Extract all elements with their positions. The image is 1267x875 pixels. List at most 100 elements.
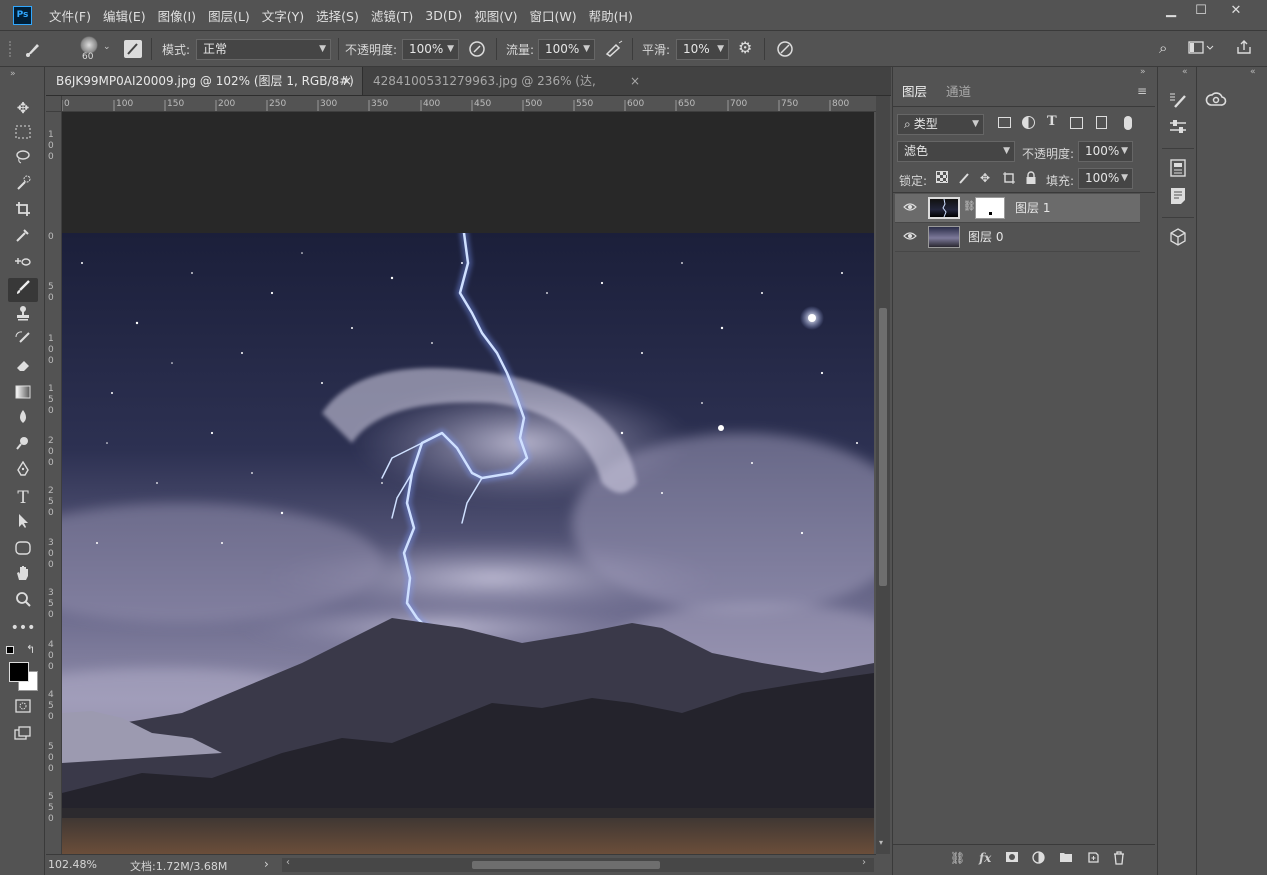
more-tools-icon[interactable]: ••• (8, 616, 38, 640)
rectangle-shape-tool-icon[interactable] (8, 538, 38, 562)
history-brush-tool-icon[interactable] (8, 330, 38, 354)
layer-filter-dropdown[interactable]: ⌕ 类型 ▼ (897, 114, 984, 135)
type-filter-icon[interactable]: T (1047, 114, 1057, 129)
adjustments-sliders-icon[interactable] (1166, 118, 1190, 142)
crop-tool-icon[interactable] (8, 200, 38, 224)
menu-layer[interactable]: 图层(L) (208, 6, 250, 25)
layer-mask-thumbnail[interactable] (975, 197, 1005, 219)
brush-settings-panel-icon[interactable] (124, 40, 142, 58)
notes-icon[interactable] (1166, 187, 1190, 211)
panel-menu-icon[interactable]: ≡ (1137, 84, 1147, 98)
lasso-tool-icon[interactable] (8, 148, 38, 172)
close-icon[interactable]: × (630, 67, 640, 95)
document-canvas[interactable] (62, 233, 874, 854)
close-window-icon[interactable]: ✕ (1222, 0, 1250, 22)
horizontal-scrollbar[interactable]: ‹ › (282, 857, 874, 872)
menu-file[interactable]: 文件(F) (49, 6, 91, 25)
layer-name[interactable]: 图层 1 (1015, 194, 1050, 223)
link-layers-icon[interactable]: ⛓ (950, 851, 965, 865)
scroll-right-icon[interactable]: › (862, 857, 866, 868)
properties-icon[interactable] (1166, 159, 1190, 183)
menu-window[interactable]: 窗口(W) (530, 6, 577, 25)
swap-colors-icon[interactable]: ↰ (26, 643, 35, 656)
marquee-tool-icon[interactable] (8, 122, 38, 146)
tab-document-1[interactable]: B6JK99MP0AI20009.jpg @ 102% (图层 1, RGB/8… (46, 67, 362, 116)
tab-layers[interactable]: 图层 (902, 81, 927, 100)
menu-3d[interactable]: 3D(D) (425, 8, 462, 23)
collapse-icon[interactable]: » (10, 69, 16, 79)
lock-all-icon[interactable] (1025, 171, 1037, 188)
filter-toggle-icon[interactable] (1124, 116, 1132, 130)
visibility-eye-icon[interactable] (903, 230, 917, 244)
visibility-eye-icon[interactable] (903, 201, 917, 215)
quick-selection-tool-icon[interactable] (8, 174, 38, 198)
zoom-level[interactable]: 102.48% (48, 858, 97, 871)
path-selection-tool-icon[interactable] (8, 512, 38, 536)
minimize-icon[interactable]: ▁ (1157, 0, 1185, 22)
layer-thumbnail[interactable] (928, 197, 960, 219)
zoom-tool-icon[interactable] (8, 590, 38, 614)
fx-icon[interactable]: fx (979, 851, 991, 865)
foreground-color-swatch[interactable] (9, 662, 29, 682)
pressure-size-icon[interactable] (776, 40, 794, 62)
brush-settings-icon[interactable] (1166, 91, 1190, 115)
adjustment-filter-icon[interactable] (1022, 116, 1035, 129)
screen-mode-icon[interactable] (8, 723, 38, 747)
menu-select[interactable]: 选择(S) (316, 6, 359, 25)
collapse-icon[interactable]: « (1250, 67, 1256, 77)
scroll-down-icon[interactable]: ▾ (879, 838, 883, 847)
ruler-origin[interactable] (46, 96, 62, 112)
new-group-icon[interactable] (1059, 851, 1073, 866)
lock-pixels-icon[interactable] (958, 171, 972, 188)
vertical-scrollbar[interactable]: ▾ (876, 96, 890, 854)
hand-tool-icon[interactable] (8, 564, 38, 588)
blur-tool-icon[interactable] (8, 408, 38, 432)
creative-cloud-icon[interactable] (1204, 90, 1228, 114)
smart-object-filter-icon[interactable] (1096, 116, 1107, 129)
brush-size-chevron-icon[interactable]: ⌄ (103, 42, 111, 52)
fill-field[interactable]: 100% ▼ (1078, 168, 1133, 189)
close-icon[interactable]: × (342, 67, 352, 95)
share-icon[interactable] (1236, 39, 1252, 59)
default-colors-icon[interactable] (6, 646, 14, 654)
menu-view[interactable]: 视图(V) (474, 6, 517, 25)
lock-position-icon[interactable]: ✥ (980, 171, 990, 185)
move-tool-icon[interactable]: ✥ (8, 96, 38, 120)
quick-mask-icon[interactable] (8, 696, 38, 720)
menu-type[interactable]: 文字(Y) (262, 6, 304, 25)
shape-filter-icon[interactable] (1070, 117, 1083, 129)
maximize-icon[interactable]: ☐ (1187, 0, 1215, 22)
collapse-icon[interactable]: « (1182, 67, 1188, 77)
lock-artboard-icon[interactable] (1002, 171, 1016, 188)
scrollbar-thumb[interactable] (879, 308, 887, 586)
pressure-opacity-icon[interactable] (468, 40, 486, 62)
smoothing-field[interactable]: 10% ▼ (676, 39, 729, 60)
type-tool-icon[interactable]: T (8, 486, 38, 510)
opacity-field[interactable]: 100% ▼ (402, 39, 459, 60)
dodge-tool-icon[interactable] (8, 434, 38, 458)
lock-transparent-icon[interactable] (936, 171, 948, 183)
status-menu-arrow[interactable]: › (264, 857, 269, 871)
eraser-tool-icon[interactable] (8, 356, 38, 380)
tab-document-2[interactable]: 4284100531279963.jpg @ 236% (达, RGB/8#) … (362, 67, 650, 116)
add-mask-icon[interactable] (1005, 851, 1019, 866)
scroll-left-icon[interactable]: ‹ (286, 857, 290, 868)
3d-cube-icon[interactable] (1166, 228, 1190, 252)
adjustment-layer-icon[interactable] (1032, 851, 1045, 867)
brush-tool-icon[interactable] (8, 278, 38, 302)
new-layer-icon[interactable] (1087, 851, 1100, 867)
menu-image[interactable]: 图像(I) (158, 6, 196, 25)
menu-filter[interactable]: 滤镜(T) (371, 6, 413, 25)
layer-row-1[interactable]: ⛓ 图层 1 (895, 194, 1140, 223)
workspace-icon[interactable] (1188, 40, 1214, 60)
tab-channels[interactable]: 通道 (946, 81, 971, 100)
layer-row-0[interactable]: 图层 0 (895, 223, 1140, 252)
healing-brush-tool-icon[interactable] (8, 252, 38, 276)
eyedropper-tool-icon[interactable] (8, 226, 38, 250)
blend-mode-dropdown[interactable]: 滤色 ▼ (897, 141, 1015, 162)
scrollbar-thumb[interactable] (472, 861, 660, 869)
airbrush-icon[interactable] (604, 40, 624, 62)
delete-layer-icon[interactable] (1113, 851, 1125, 868)
gradient-tool-icon[interactable] (8, 382, 38, 406)
menu-edit[interactable]: 编辑(E) (103, 6, 146, 25)
